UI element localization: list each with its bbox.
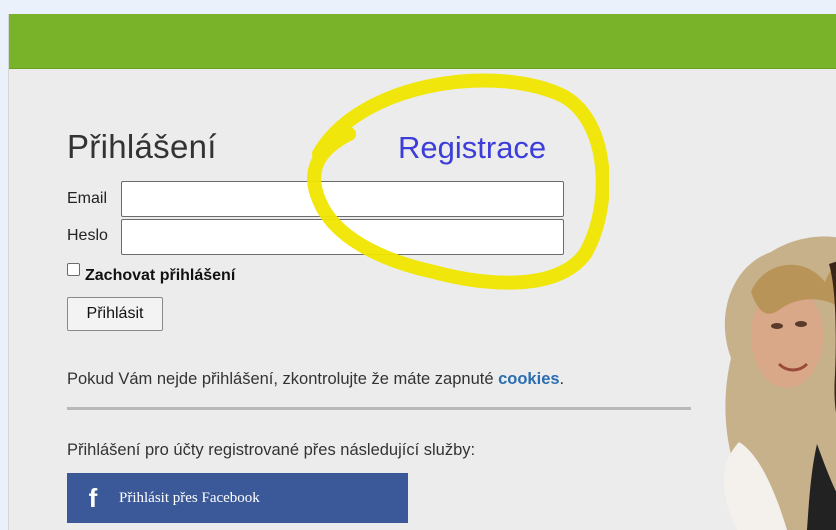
password-field[interactable] bbox=[121, 219, 564, 255]
cookies-notice-text: Pokud Vám nejde přihlášení, zkontrolujte… bbox=[67, 370, 499, 388]
header-bar bbox=[9, 14, 836, 69]
people-photo bbox=[723, 236, 836, 530]
email-label: Email bbox=[67, 190, 108, 207]
highlight-circle bbox=[307, 73, 609, 290]
page-frame: Přihlášení Registrace Email Heslo Zachov… bbox=[8, 14, 836, 530]
cookies-link[interactable]: cookies bbox=[498, 370, 559, 388]
facebook-login-label: Přihlásit přes Facebook bbox=[119, 489, 260, 506]
password-label: Heslo bbox=[67, 227, 108, 244]
page-title: Přihlášení bbox=[67, 128, 217, 165]
remember-checkbox[interactable] bbox=[67, 263, 80, 276]
facebook-login-button[interactable]: f Přihlásit přes Facebook bbox=[67, 473, 408, 523]
remember-label: Zachovat přihlášení bbox=[85, 267, 236, 284]
registration-link[interactable]: Registrace bbox=[398, 130, 546, 166]
cookies-notice: Pokud Vám nejde přihlášení, zkontrolujte… bbox=[67, 370, 564, 389]
divider bbox=[67, 407, 691, 410]
login-button[interactable]: Přihlásit bbox=[67, 297, 163, 331]
email-field[interactable] bbox=[121, 181, 564, 217]
facebook-icon: f bbox=[88, 482, 98, 513]
cookies-notice-end: . bbox=[559, 370, 565, 388]
services-text: Přihlášení pro účty registrované přes ná… bbox=[67, 441, 476, 459]
